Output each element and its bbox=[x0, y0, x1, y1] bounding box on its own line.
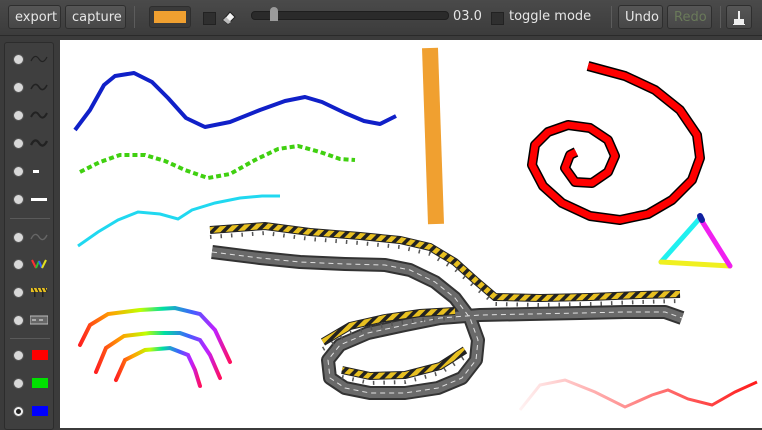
green-swatch-icon bbox=[32, 378, 48, 388]
brush-radio-dash-short[interactable] bbox=[13, 166, 24, 177]
eraser-icon[interactable] bbox=[220, 8, 238, 26]
color-picker-button[interactable] bbox=[149, 6, 191, 28]
brush-radio-barrier[interactable] bbox=[13, 287, 24, 298]
rainbow-icon bbox=[31, 259, 47, 269]
brush-radio-blue[interactable] bbox=[13, 406, 24, 417]
faded-line-icon bbox=[30, 233, 48, 241]
toolbar-divider bbox=[611, 6, 612, 28]
brush-radio-wave-1[interactable] bbox=[13, 54, 24, 65]
rainbow-arcs-stroke bbox=[78, 305, 232, 388]
road-stroke bbox=[211, 245, 685, 400]
brush-radio-red[interactable] bbox=[13, 350, 24, 361]
toolbar-divider bbox=[720, 6, 721, 28]
brush-radio-green[interactable] bbox=[13, 378, 24, 389]
undo-button[interactable]: Undo bbox=[618, 5, 663, 29]
wave-thick-icon bbox=[30, 139, 48, 147]
brush-radio-wave-2[interactable] bbox=[13, 82, 24, 93]
drawing-canvas[interactable] bbox=[60, 40, 762, 428]
broom-icon bbox=[733, 11, 745, 25]
brush-size-value: 03.0 bbox=[453, 9, 482, 24]
redo-button[interactable]: Redo bbox=[667, 5, 712, 29]
capture-button[interactable]: capture bbox=[65, 5, 126, 29]
green-dashed-stroke bbox=[79, 143, 356, 181]
red-spiral-stroke bbox=[527, 61, 705, 225]
blue-swatch-icon bbox=[32, 406, 48, 416]
dash-short-icon bbox=[33, 170, 39, 173]
wave-thin-icon bbox=[30, 55, 48, 63]
road-icon bbox=[30, 315, 48, 325]
toolbar-divider bbox=[134, 6, 135, 28]
panel-divider bbox=[10, 338, 50, 339]
brush-size-slider-handle[interactable] bbox=[270, 7, 278, 21]
current-color-swatch bbox=[154, 11, 186, 23]
clear-canvas-button[interactable] bbox=[726, 5, 752, 29]
barrier-icon bbox=[31, 287, 48, 297]
export-button[interactable]: export bbox=[8, 5, 61, 29]
toggle-mode-label: toggle mode bbox=[509, 9, 592, 24]
brush-radio-faded-line[interactable] bbox=[13, 232, 24, 243]
blue-stroke bbox=[73, 71, 397, 132]
toggle-mode-checkbox[interactable] bbox=[491, 12, 504, 25]
cyan-stroke bbox=[77, 194, 280, 248]
brush-radio-wave-4[interactable] bbox=[13, 138, 24, 149]
brush-radio-dash-long[interactable] bbox=[13, 194, 24, 205]
orange-stroke bbox=[422, 47, 444, 225]
wave-bold-icon bbox=[30, 111, 48, 119]
barrier-stroke bbox=[209, 221, 681, 386]
brush-size-slider[interactable] bbox=[251, 11, 449, 20]
panel-divider bbox=[10, 218, 50, 219]
eraser-checkbox[interactable] bbox=[203, 12, 216, 25]
brush-radio-road[interactable] bbox=[13, 315, 24, 326]
toolbar: export capture 03.0 toggle mode Undo Red… bbox=[0, 0, 762, 36]
wave-icon bbox=[30, 83, 48, 91]
faded-red-stroke bbox=[518, 378, 758, 411]
brush-radio-wave-3[interactable] bbox=[13, 110, 24, 121]
dash-long-icon bbox=[31, 198, 47, 201]
brush-radio-rainbow[interactable] bbox=[13, 259, 24, 270]
rainbow-triangle-stroke bbox=[658, 213, 733, 269]
red-swatch-icon bbox=[32, 350, 48, 360]
